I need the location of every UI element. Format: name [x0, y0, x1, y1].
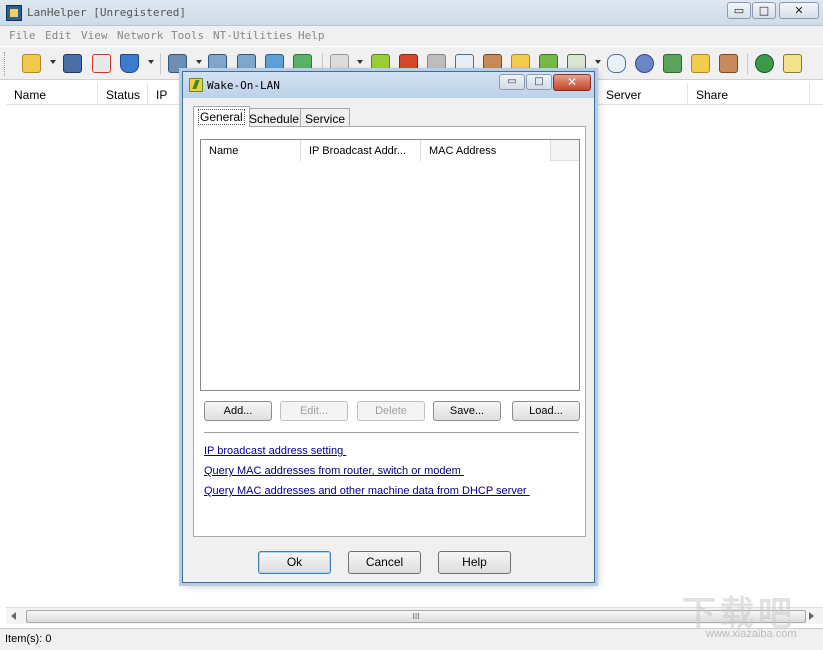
column-status[interactable]: Status: [98, 83, 148, 105]
query-mac-dhcp-link[interactable]: Query MAC addresses and other machine da…: [204, 485, 530, 497]
menu-nt-utilities[interactable]: NT-Utilities: [213, 29, 292, 42]
scroll-left-icon[interactable]: [11, 612, 16, 620]
watermark: 下载吧 www.xiazaiba.com: [682, 586, 818, 644]
chevron-down-icon[interactable]: [148, 60, 154, 64]
ip-broadcast-setting-link[interactable]: IP broadcast address setting: [204, 445, 346, 457]
toolbar-grip[interactable]: [4, 52, 7, 76]
save-icon[interactable]: [63, 54, 82, 73]
wol-column-mac[interactable]: MAC Address: [421, 140, 551, 161]
toolbar-separator: [160, 53, 161, 75]
chevron-down-icon[interactable]: [595, 60, 601, 64]
window-title: LanHelper [Unregistered]: [27, 6, 186, 19]
app-icon: [6, 5, 22, 21]
user-icon[interactable]: [719, 54, 738, 73]
wol-list-header: Name IP Broadcast Addr... MAC Address: [201, 140, 579, 161]
menu-tools[interactable]: Tools: [171, 29, 204, 42]
close-button[interactable]: ✕: [779, 2, 819, 19]
menu-view[interactable]: View: [81, 29, 108, 42]
column-server[interactable]: Server: [598, 83, 688, 105]
chevron-down-icon[interactable]: [196, 60, 202, 64]
wol-column-name[interactable]: Name: [201, 140, 301, 161]
cancel-button[interactable]: Cancel: [348, 551, 421, 574]
settings-icon[interactable]: [635, 54, 654, 73]
tab-schedule[interactable]: Schedule: [244, 108, 304, 128]
dialog-close-button[interactable]: ✕: [553, 74, 591, 91]
item-count: Item(s): 0: [5, 633, 51, 645]
chevron-down-icon[interactable]: [357, 60, 363, 64]
tab-general[interactable]: General: [193, 106, 250, 127]
wol-host-list[interactable]: Name IP Broadcast Addr... MAC Address: [200, 139, 580, 391]
menu-file[interactable]: File: [9, 29, 36, 42]
watermark-url: www.xiazaiba.com: [706, 628, 796, 640]
divider: [204, 432, 579, 434]
delete-icon[interactable]: [92, 54, 111, 73]
column-share[interactable]: Share: [688, 83, 810, 105]
edit-button[interactable]: Edit...: [280, 401, 348, 421]
message-icon[interactable]: [607, 54, 626, 73]
load-button[interactable]: Load...: [512, 401, 580, 421]
delete-button[interactable]: Delete: [357, 401, 425, 421]
save-button[interactable]: Save...: [433, 401, 501, 421]
column-name[interactable]: Name: [6, 83, 98, 105]
tab-service[interactable]: Service: [300, 108, 350, 128]
query-mac-router-link[interactable]: Query MAC addresses from router, switch …: [204, 465, 464, 477]
ok-button[interactable]: Ok: [258, 551, 331, 574]
filter-icon[interactable]: [120, 54, 139, 73]
minimize-button[interactable]: ▭: [727, 2, 751, 19]
general-tab-panel: Name IP Broadcast Addr... MAC Address Ad…: [193, 126, 586, 537]
folder-open-icon[interactable]: [22, 54, 41, 73]
dialog-title-bar[interactable]: Wake-On-LAN ▭ □ ✕: [183, 72, 594, 98]
wake-on-lan-dialog: Wake-On-LAN ▭ □ ✕ General Schedule Servi…: [182, 71, 595, 583]
title-bar: LanHelper [Unregistered] ▭ □ ✕: [0, 0, 823, 26]
add-button[interactable]: Add...: [204, 401, 272, 421]
dialog-minimize-button[interactable]: ▭: [499, 74, 525, 90]
key-icon[interactable]: [755, 54, 774, 73]
toolbar-separator: [747, 53, 748, 75]
wol-column-ip-broadcast[interactable]: IP Broadcast Addr...: [301, 140, 421, 161]
open-folder-icon[interactable]: [691, 54, 710, 73]
menu-network[interactable]: Network: [117, 29, 163, 42]
dialog-maximize-button[interactable]: □: [526, 74, 552, 90]
certificate-icon[interactable]: [783, 54, 802, 73]
dialog-title: Wake-On-LAN: [207, 79, 280, 92]
chevron-down-icon[interactable]: [50, 60, 56, 64]
tab-general-label: General: [198, 109, 245, 125]
menu-help[interactable]: Help: [298, 29, 325, 42]
help-button[interactable]: Help: [438, 551, 511, 574]
send-icon[interactable]: [663, 54, 682, 73]
maximize-button[interactable]: □: [752, 2, 776, 19]
menu-edit[interactable]: Edit: [45, 29, 72, 42]
menu-bar: File Edit View Network Tools NT-Utilitie…: [0, 26, 823, 46]
wake-on-lan-icon: [189, 78, 203, 92]
